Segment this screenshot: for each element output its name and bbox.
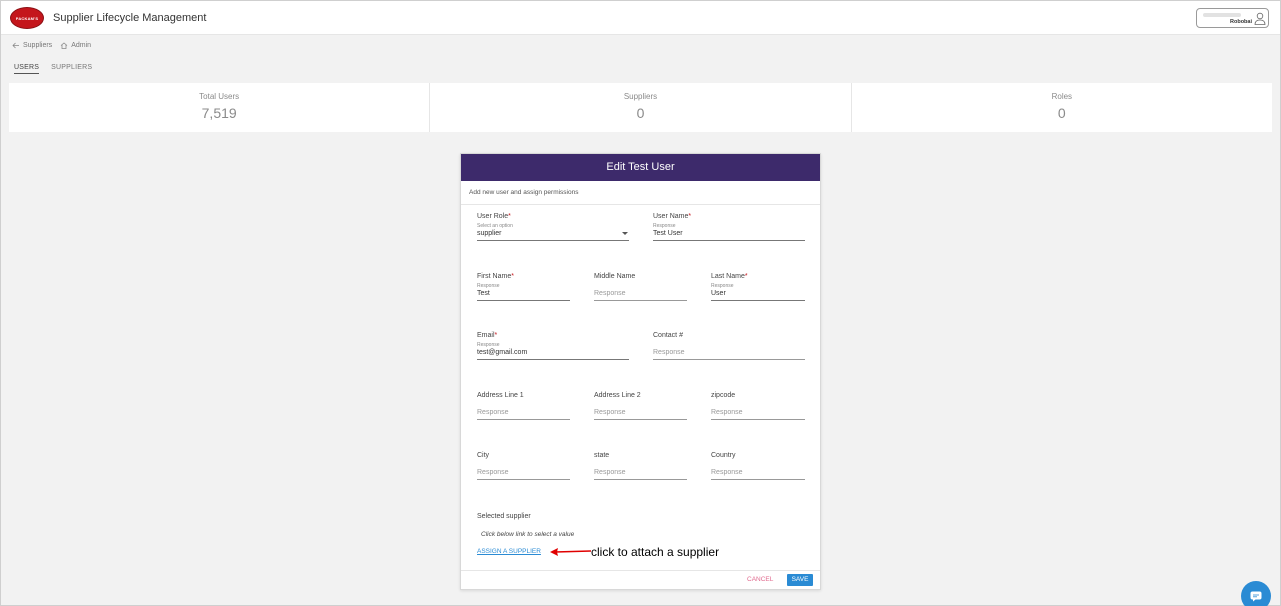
breadcrumb: Suppliers Admin [12, 42, 91, 49]
contact-input[interactable]: Response [653, 349, 805, 360]
tab-users[interactable]: USERS [14, 64, 40, 74]
cancel-button[interactable]: CANCEL [747, 576, 773, 583]
middle-name-label: Middle Name [594, 273, 636, 280]
user-name-input[interactable]: Test User [653, 230, 805, 241]
stat-value: 7,519 [201, 105, 237, 121]
dialog-title: Edit Test User [461, 154, 820, 181]
user-name-hint: Response [653, 223, 676, 229]
first-name-label: First Name* [477, 273, 514, 280]
app-title: Supplier Lifecycle Management [53, 12, 207, 24]
country-field: Country Response [711, 452, 805, 480]
company-logo[interactable]: PACKAM'S [10, 7, 44, 29]
stat-roles: Roles 0 [852, 83, 1272, 132]
stat-label: Roles [1051, 92, 1073, 101]
stat-total-users: Total Users 7,519 [9, 83, 431, 132]
selected-supplier-label: Selected supplier [477, 513, 531, 520]
address-line-2-input[interactable]: Response [594, 409, 687, 420]
chat-icon [1250, 591, 1262, 601]
city-input[interactable]: Response [477, 469, 570, 480]
breadcrumb-suppliers: Suppliers [23, 42, 53, 49]
user-role-hint: Select an option [477, 223, 513, 229]
city-label: City [477, 452, 490, 459]
state-label: state [594, 452, 610, 459]
country-input[interactable]: Response [711, 469, 805, 480]
tab-bar: USERS SUPPLIERS [14, 64, 92, 74]
middle-name-field: Middle Name Response [594, 273, 687, 301]
stat-suppliers: Suppliers 0 [430, 83, 852, 132]
email-hint: Response [477, 342, 500, 348]
breadcrumb-admin: Admin [71, 42, 92, 49]
user-name: Robobai [1230, 19, 1252, 25]
state-field: state Response [594, 452, 687, 480]
first-name-hint: Response [477, 283, 500, 289]
last-name-field: Last Name* Response User [711, 273, 805, 301]
user-icon [1254, 12, 1266, 25]
annotation-arrow [550, 548, 591, 556]
last-name-label: Last Name* [711, 273, 748, 280]
country-label: Country [711, 452, 736, 459]
dialog-footer: CANCEL SAVE [461, 570, 820, 590]
stat-value: 0 [1057, 105, 1066, 121]
stats-panel: Total Users 7,519 Suppliers 0 Roles 0 [9, 83, 1272, 132]
address-line-2-label: Address Line 2 [594, 392, 641, 399]
admin-home-link[interactable]: Admin [60, 42, 91, 49]
city-field: City Response [477, 452, 570, 480]
stat-value: 0 [636, 105, 645, 121]
user-name-label: User Name* [653, 213, 692, 220]
contact-label: Contact # [653, 332, 683, 339]
user-menu-button[interactable]: Robobai [1196, 8, 1269, 28]
address-line-1-input[interactable]: Response [477, 409, 570, 420]
chat-button[interactable] [1241, 581, 1271, 606]
user-email-redacted [1203, 13, 1241, 17]
address-line-1-label: Address Line 1 [477, 392, 524, 399]
home-icon [60, 42, 68, 49]
email-field: Email* Response test@gmail.com [477, 332, 629, 360]
middle-name-input[interactable]: Response [594, 290, 687, 301]
selected-supplier-hint: Click below link to select a value [481, 531, 575, 538]
user-role-select[interactable]: supplier [477, 230, 629, 241]
tab-suppliers[interactable]: SUPPLIERS [51, 64, 92, 74]
save-button[interactable]: SAVE [787, 574, 813, 586]
assign-supplier-link[interactable]: ASSIGN A SUPPLIER [477, 548, 541, 555]
logo-text: PACKAM'S [15, 15, 39, 21]
state-input[interactable]: Response [594, 469, 687, 480]
stat-label: Total Users [199, 92, 240, 101]
user-role-label: User Role* [477, 213, 511, 220]
email-input[interactable]: test@gmail.com [477, 349, 629, 360]
contact-field: Contact # Response [653, 332, 805, 360]
top-bar: PACKAM'S Supplier Lifecycle Management R… [1, 1, 1280, 35]
last-name-input[interactable]: User [711, 290, 805, 301]
address-line-1-field: Address Line 1 Response [477, 392, 570, 420]
user-role-field: User Role* Select an option supplier [477, 213, 629, 241]
zipcode-label: zipcode [711, 392, 736, 399]
dialog-subtitle: Add new user and assign permissions [461, 181, 820, 205]
edit-user-dialog: Edit Test User Add new user and assign p… [460, 153, 821, 590]
back-to-suppliers-link[interactable]: Suppliers [12, 42, 52, 49]
address-line-2-field: Address Line 2 Response [594, 392, 687, 420]
user-name-field: User Name* Response Test User [653, 213, 805, 241]
last-name-hint: Response [711, 283, 734, 289]
arrow-left-icon [12, 42, 19, 49]
zipcode-field: zipcode Response [711, 392, 805, 420]
first-name-field: First Name* Response Test [477, 273, 570, 301]
dropdown-arrow-icon [622, 232, 628, 235]
email-label: Email* [477, 332, 498, 339]
stat-label: Suppliers [623, 92, 658, 101]
annotation-text: click to attach a supplier [591, 545, 720, 559]
first-name-input[interactable]: Test [477, 290, 570, 301]
zipcode-input[interactable]: Response [711, 409, 805, 420]
